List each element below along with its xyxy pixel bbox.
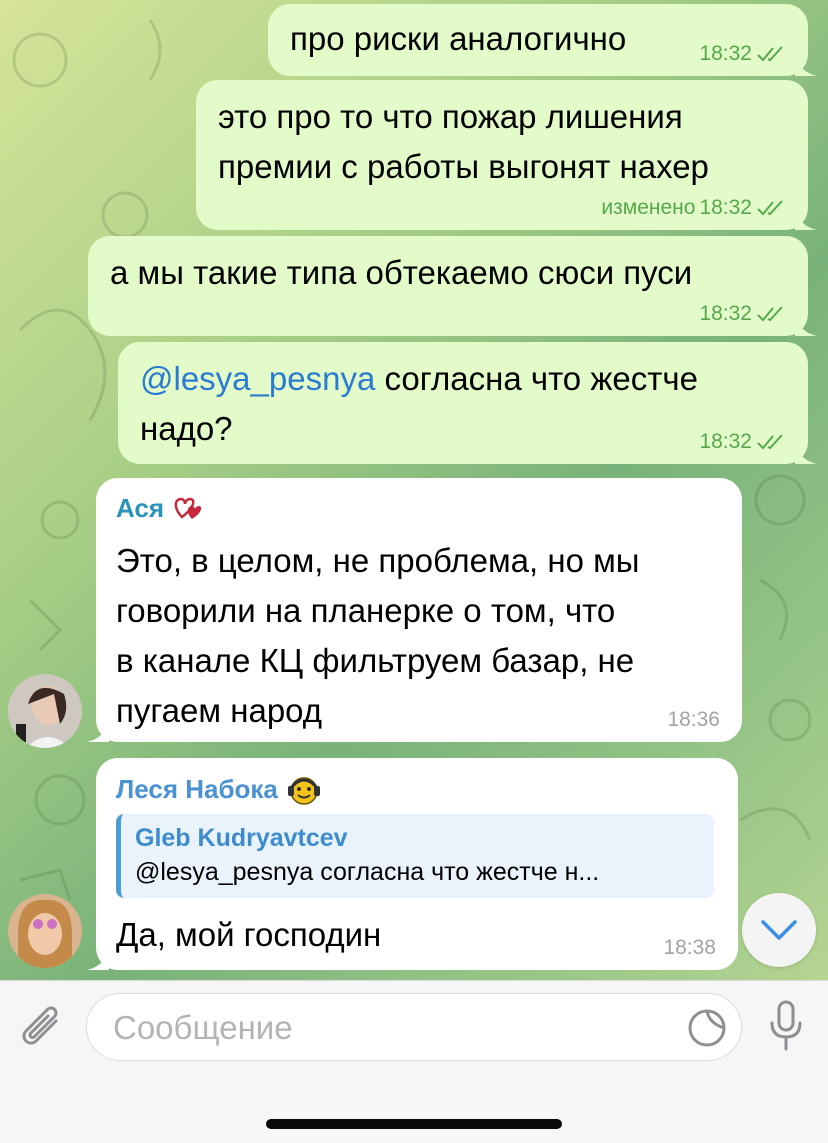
message-text: согласна что жестче — [375, 360, 698, 397]
message-time: 18:32 — [699, 302, 752, 325]
message-text-line: премии с работы выгонят нахер — [218, 148, 709, 185]
message-text-line: @lesya_pesnya согласна что жестче — [140, 354, 808, 404]
message-text: про риски аналогично — [290, 20, 627, 57]
message-text-line: это про то что пожар лишения — [218, 98, 683, 135]
sender-name[interactable]: Ася — [116, 492, 742, 524]
chevron-down-icon — [761, 920, 797, 940]
bubble-tail — [87, 720, 109, 742]
message-bubble-outgoing[interactable]: это про то что пожар лишения премии с ра… — [196, 80, 817, 230]
message-text-line: говорили на планерке о том, что — [116, 592, 616, 629]
message-input[interactable]: Сообщение — [86, 993, 742, 1061]
bubble-tail — [795, 314, 817, 336]
message-bubble-outgoing[interactable]: @lesya_pesnya согласна что жестче надо? … — [118, 342, 817, 464]
message-bubble-incoming[interactable]: Леся Набока Gleb Kudryavtcev @lesya_pesn… — [87, 758, 738, 970]
sticker-icon[interactable] — [687, 1008, 727, 1048]
message-text-line: в канале КЦ фильтруем базар, не — [116, 642, 635, 679]
reply-text: @lesya_pesnya согласна что жестче н... — [135, 858, 600, 886]
message-text-line: пугаем народ — [116, 692, 323, 729]
sender-label: Леся Набока — [116, 774, 278, 804]
avatar-photo — [8, 674, 82, 748]
reply-preview[interactable]: Gleb Kudryavtcev @lesya_pesnya согласна … — [116, 814, 714, 898]
avatar[interactable] — [8, 674, 82, 748]
scroll-to-bottom-button[interactable] — [742, 893, 816, 967]
smiley-headphones-icon — [287, 777, 320, 805]
message-text-line: Это, в целом, не проблема, но мы — [116, 542, 640, 579]
message-bubble-outgoing[interactable]: про риски аналогично 18:32 — [268, 4, 817, 76]
mention-link[interactable]: @lesya_pesnya — [140, 360, 375, 397]
message-time: 18:32 — [699, 196, 752, 219]
composer-bar: Сообщение — [0, 980, 828, 1143]
bubble-tail — [795, 208, 817, 230]
double-check-icon — [757, 306, 783, 322]
message-text: Да, мой господин — [116, 916, 382, 953]
edited-label: изменено — [601, 196, 696, 219]
home-indicator — [266, 1119, 562, 1129]
message-input-placeholder: Сообщение — [113, 1009, 293, 1046]
double-check-icon — [757, 200, 783, 216]
message-bubble-incoming[interactable]: Ася Это, в целом, не проблема, но мы гов… — [87, 478, 742, 742]
message-meta: 18:32 — [699, 430, 786, 454]
sender-name[interactable]: Леся Набока — [116, 772, 738, 806]
paperclip-icon[interactable] — [20, 1003, 66, 1053]
bubble-tail — [795, 442, 817, 464]
bubble-tail — [87, 948, 109, 970]
message-meta: 18:32 — [699, 42, 786, 66]
sender-label: Ася — [116, 493, 165, 523]
message-meta: 18:38 — [663, 936, 716, 960]
message-time: 18:32 — [699, 42, 752, 65]
avatar[interactable] — [8, 894, 82, 968]
avatar-photo — [8, 894, 82, 968]
message-text: а мы такие типа обтекаемо сюси пуси — [110, 254, 693, 291]
message-meta: 18:32 — [699, 302, 786, 326]
message-time: 18:36 — [667, 708, 720, 731]
message-time: 18:38 — [663, 936, 716, 959]
microphone-icon[interactable] — [766, 999, 806, 1055]
heart-badge-icon — [174, 497, 202, 519]
bubble-tail — [795, 54, 817, 76]
message-time: 18:32 — [699, 430, 752, 453]
double-check-icon — [757, 46, 783, 62]
message-meta: 18:36 — [667, 708, 720, 732]
reply-author: Gleb Kudryavtcev — [135, 824, 348, 852]
double-check-icon — [757, 434, 783, 450]
message-meta: изменено 18:32 — [601, 196, 786, 220]
message-bubble-outgoing[interactable]: а мы такие типа обтекаемо сюси пуси 18:3… — [88, 236, 817, 336]
